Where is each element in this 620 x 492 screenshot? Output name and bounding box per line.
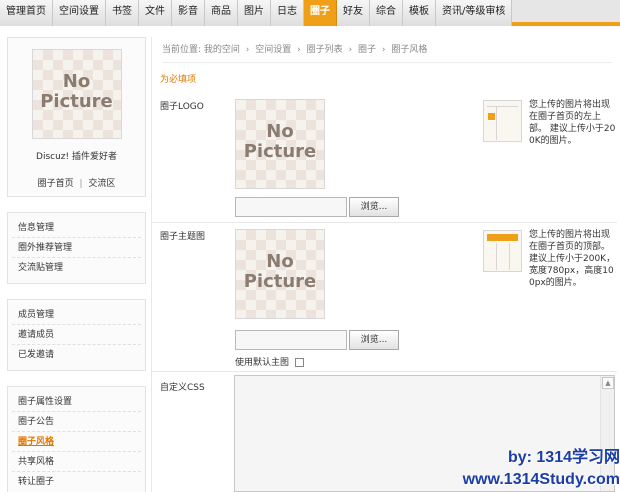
tab-news-review[interactable]: 资讯/等级审核 bbox=[436, 0, 513, 26]
tab-files[interactable]: 文件 bbox=[139, 0, 172, 26]
logo-label: 圈子LOGO bbox=[160, 102, 204, 112]
default-theme-checkbox[interactable] bbox=[294, 358, 304, 367]
main-content: 当前位置: 我的空间 › 空间设置 › 圈子列表 › 圈子 › 圈子风格 为必填… bbox=[151, 37, 620, 492]
theme-hint: 您上传的图片将出现在圈子首页的顶部。建议上传小于200K，宽度780px，高度1… bbox=[529, 230, 616, 288]
group-profile-card: No Picture Discuz! 插件爱好者 圈子首页 | 交流区 bbox=[7, 37, 146, 197]
theme-position-icon bbox=[483, 230, 522, 272]
breadcrumb-current: 圈子风格 bbox=[391, 45, 428, 55]
tab-space-settings[interactable]: 空间设置 bbox=[53, 0, 106, 26]
discussion-link[interactable]: 交流区 bbox=[88, 179, 115, 189]
logo-row: 圈子LOGO No Picture 浏览... 您上传的图片将出现在圈子首页的左… bbox=[152, 99, 617, 223]
breadcrumb-item[interactable]: 圈子列表 bbox=[307, 45, 343, 55]
top-nav: 管理首页 空间设置 书签 文件 影音 商品 图片 日志 圈子 好友 综合 模板 … bbox=[0, 0, 620, 26]
menu-info-manage[interactable]: 信息管理 bbox=[12, 218, 141, 238]
group-name: Discuz! 插件爱好者 bbox=[36, 152, 117, 162]
menu-circle-properties[interactable]: 圈子属性设置 bbox=[12, 392, 141, 412]
theme-file-input[interactable] bbox=[235, 330, 347, 350]
required-note: 为必填项 bbox=[160, 75, 197, 85]
breadcrumb-separator: › bbox=[297, 45, 301, 55]
menu-circle-announcement[interactable]: 圈子公告 bbox=[12, 412, 141, 432]
menu-external-recommend[interactable]: 圈外推荐管理 bbox=[12, 238, 141, 258]
default-theme-option: 使用默认主图 bbox=[235, 355, 304, 368]
logo-browse-button[interactable]: 浏览... bbox=[349, 197, 399, 217]
profile-links: 圈子首页 | 交流区 bbox=[8, 176, 145, 189]
breadcrumb-separator: › bbox=[381, 45, 386, 55]
menu-group-info: 信息管理 圈外推荐管理 交流贴管理 bbox=[7, 212, 146, 284]
theme-label: 圈子主题图 bbox=[160, 232, 206, 242]
tab-goods[interactable]: 商品 bbox=[205, 0, 238, 26]
breadcrumb-item[interactable]: 当前位置: 我的空间 bbox=[162, 45, 240, 55]
default-theme-label: 使用默认主图 bbox=[235, 358, 290, 368]
breadcrumb: 当前位置: 我的空间 › 空间设置 › 圈子列表 › 圈子 › 圈子风格 bbox=[162, 37, 612, 63]
tab-templates[interactable]: 模板 bbox=[403, 0, 436, 26]
tab-general[interactable]: 综合 bbox=[370, 0, 403, 26]
theme-preview: No Picture bbox=[235, 229, 325, 319]
menu-invite-members[interactable]: 邀请成员 bbox=[12, 325, 141, 345]
tab-bookmarks[interactable]: 书签 bbox=[106, 0, 139, 26]
theme-row: 圈子主题图 No Picture 浏览... 使用默认主图 您上传的图片将出现在… bbox=[152, 229, 617, 372]
group-avatar: No Picture bbox=[31, 49, 122, 139]
tab-home[interactable]: 管理首页 bbox=[0, 0, 53, 26]
logo-position-icon bbox=[483, 100, 522, 142]
logo-preview: No Picture bbox=[235, 99, 325, 189]
breadcrumb-separator: › bbox=[348, 45, 353, 55]
tab-blog[interactable]: 日志 bbox=[271, 0, 304, 26]
menu-group-settings: 圈子属性设置 圈子公告 圈子风格 共享风格 转让圈子 bbox=[7, 386, 146, 492]
css-label: 自定义CSS bbox=[160, 383, 205, 393]
watermark: by: 1314学习网 www.1314Study.com bbox=[425, 447, 620, 491]
watermark-line-1: by: 1314学习网 bbox=[507, 449, 620, 466]
menu-sent-invites[interactable]: 已发邀请 bbox=[12, 345, 141, 365]
logo-file-input[interactable] bbox=[235, 197, 347, 217]
breadcrumb-item[interactable]: 圈子 bbox=[358, 45, 376, 55]
logo-hint: 您上传的图片将出现在圈子首页的左上部。 建议上传小于200K的图片。 bbox=[529, 100, 616, 146]
no-picture-placeholder: No Picture bbox=[243, 121, 317, 162]
no-picture-placeholder: No Picture bbox=[243, 251, 317, 292]
theme-browse-button[interactable]: 浏览... bbox=[349, 330, 399, 350]
no-picture-placeholder: No Picture bbox=[40, 71, 113, 112]
tab-friends[interactable]: 好友 bbox=[337, 0, 370, 26]
tab-media[interactable]: 影音 bbox=[172, 0, 205, 26]
sidebar: No Picture Discuz! 插件爱好者 圈子首页 | 交流区 信息管理… bbox=[7, 37, 146, 492]
menu-member-manage[interactable]: 成员管理 bbox=[12, 305, 141, 325]
breadcrumb-separator: › bbox=[245, 45, 250, 55]
circle-home-link[interactable]: 圈子首页 bbox=[38, 179, 74, 189]
menu-circle-style[interactable]: 圈子风格 bbox=[12, 432, 141, 452]
menu-post-manage[interactable]: 交流贴管理 bbox=[12, 258, 141, 278]
link-separator: | bbox=[79, 179, 83, 189]
watermark-line-2: www.1314Study.com bbox=[462, 471, 620, 488]
menu-transfer-circle[interactable]: 转让圈子 bbox=[12, 472, 141, 492]
breadcrumb-item[interactable]: 空间设置 bbox=[255, 45, 291, 55]
scroll-up-arrow-icon[interactable]: ▲ bbox=[602, 377, 614, 389]
menu-group-members: 成员管理 邀请成员 已发邀请 bbox=[7, 299, 146, 371]
tab-circles[interactable]: 圈子 bbox=[304, 0, 337, 26]
tab-pictures[interactable]: 图片 bbox=[238, 0, 271, 26]
menu-shared-style[interactable]: 共享风格 bbox=[12, 452, 141, 472]
